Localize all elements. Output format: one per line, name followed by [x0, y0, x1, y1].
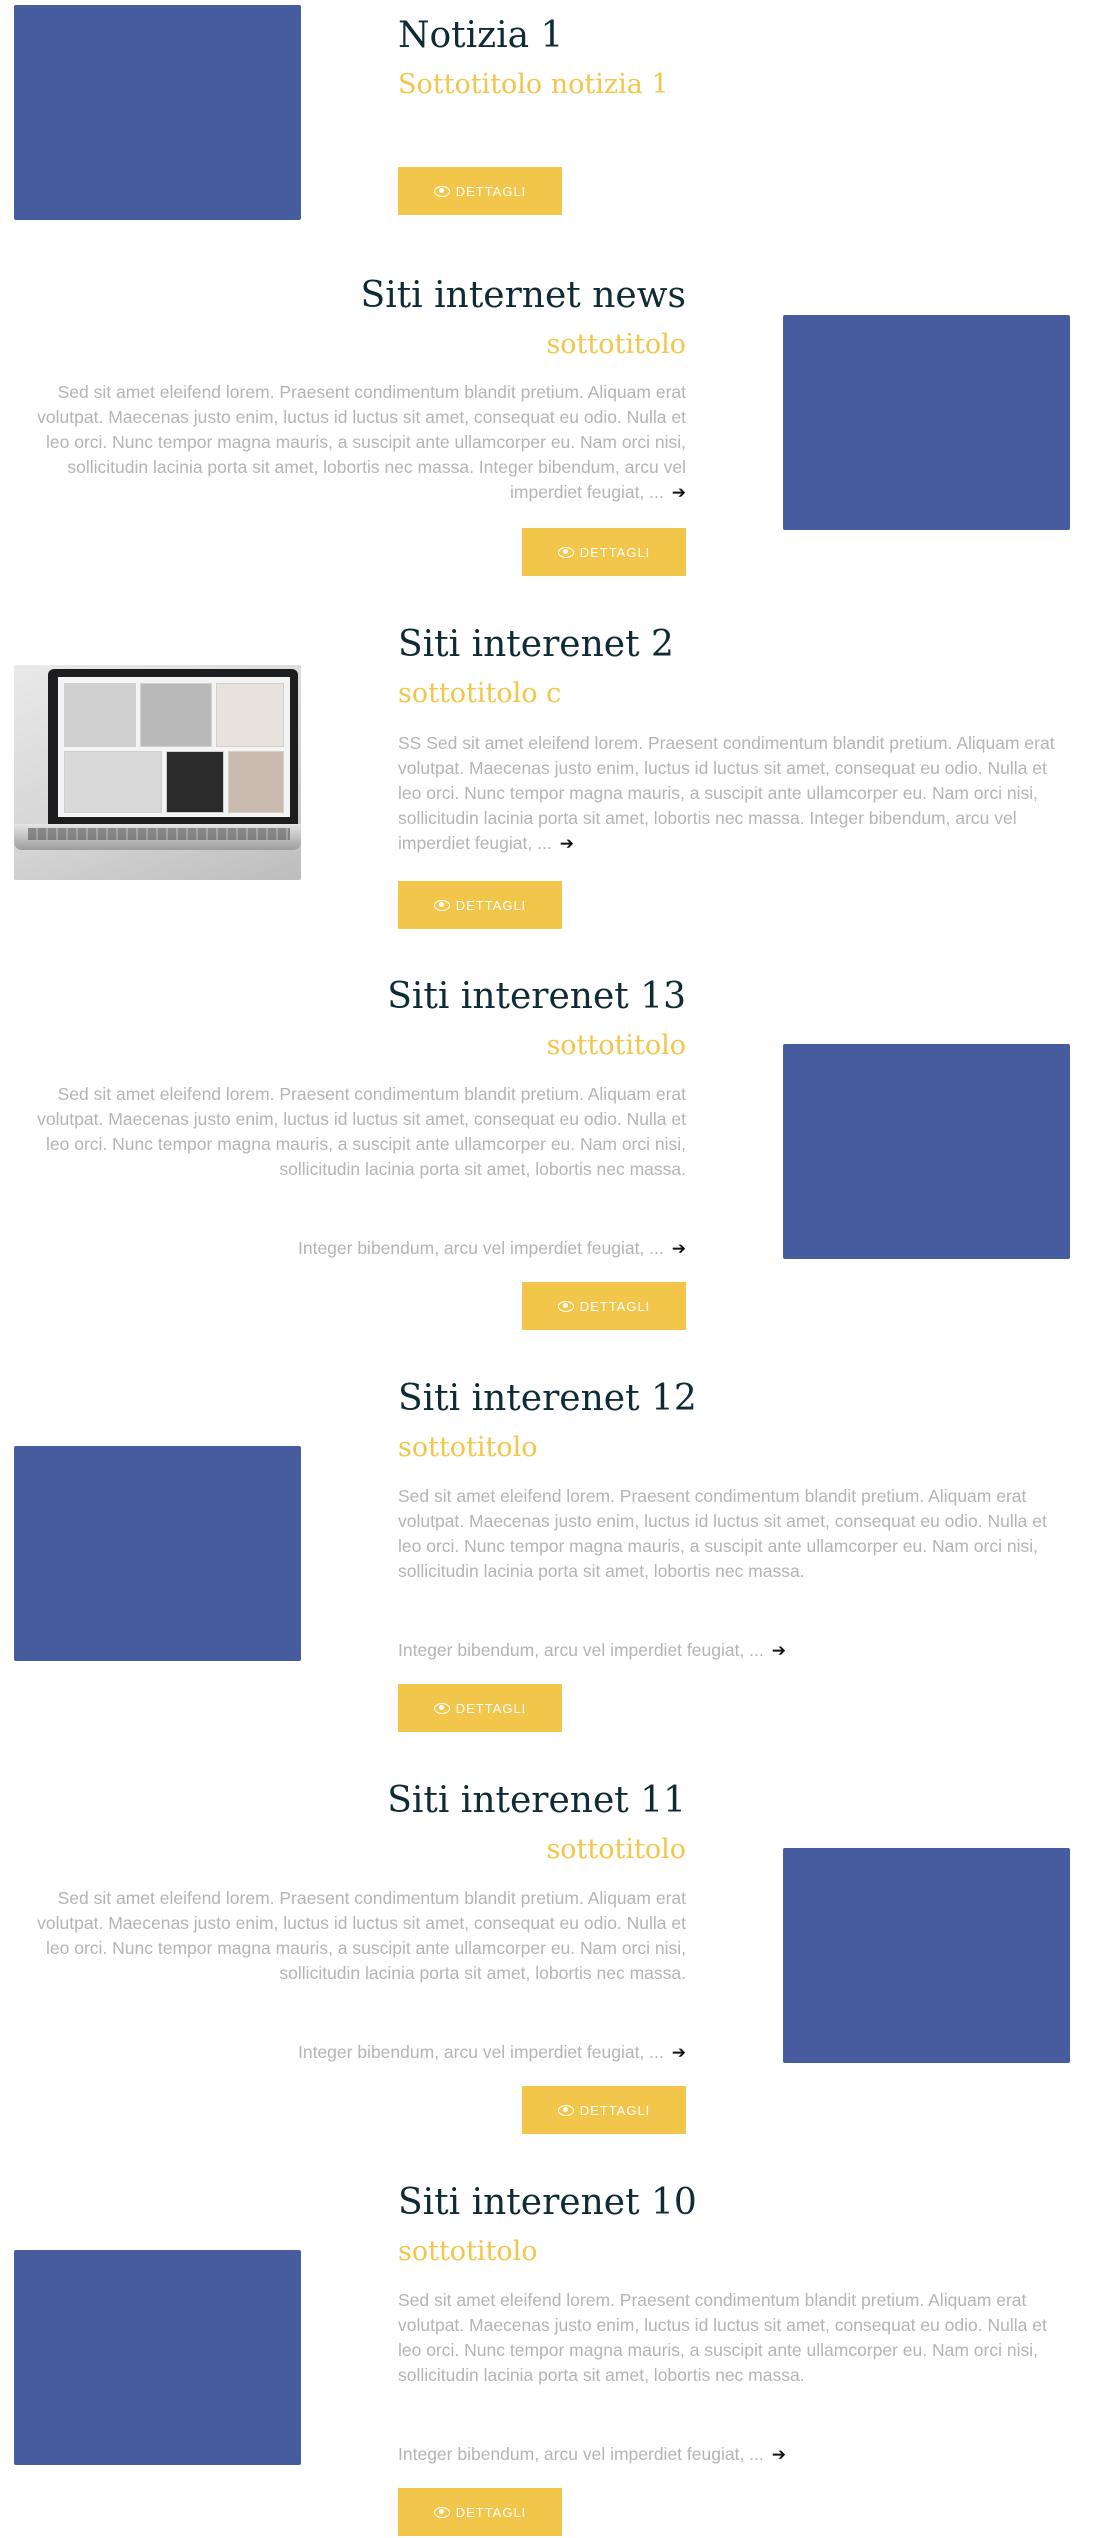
details-button-label: DETTAGLI [455, 1700, 527, 1716]
news-excerpt-tail: Integer bibendum, arcu vel imperdiet feu… [398, 1640, 787, 1660]
news-title[interactable]: Siti internet news [361, 274, 686, 318]
news-subtitle: sottotitolo [398, 2236, 538, 2267]
photo-tile [64, 683, 136, 747]
details-button-label: DETTAGLI [579, 2102, 651, 2118]
right-arrow-icon[interactable]: ➔ [772, 2445, 786, 2464]
news-subtitle: sottotitolo [546, 329, 686, 360]
news-excerpt-tail: Integer bibendum, arcu vel imperdiet feu… [297, 2042, 686, 2062]
right-arrow-icon[interactable]: ➔ [672, 2043, 686, 2062]
eye-icon [433, 1702, 450, 1714]
eye-icon [557, 2104, 574, 2116]
news-subtitle: Sottotitolo notizia 1 [398, 69, 669, 100]
photo-tile [216, 683, 284, 747]
details-button[interactable]: DETTAGLI [522, 1282, 686, 1330]
news-excerpt: Sed sit amet eleifend lorem. Praesent co… [37, 1888, 686, 1983]
news-title[interactable]: Siti interenet 13 [387, 975, 686, 1019]
laptop-display [58, 677, 290, 817]
details-button-label: DETTAGLI [455, 897, 527, 913]
right-arrow-icon[interactable]: ➔ [672, 483, 686, 502]
news-title[interactable]: Siti interenet 10 [398, 2181, 697, 2225]
news-excerpt-tail: Integer bibendum, arcu vel imperdiet feu… [398, 2444, 787, 2464]
news-thumbnail[interactable] [783, 1848, 1070, 2063]
photo-tile [140, 683, 212, 747]
news-thumbnail[interactable] [14, 5, 301, 220]
news-excerpt: Sed sit amet eleifend lorem. Praesent co… [398, 2290, 1047, 2385]
photo-tile [228, 751, 284, 813]
news-subtitle: sottotitolo [546, 1030, 686, 1061]
details-button[interactable]: DETTAGLI [398, 881, 562, 929]
details-button-label: DETTAGLI [579, 544, 651, 560]
photo-tile [166, 751, 224, 813]
details-button[interactable]: DETTAGLI [398, 167, 562, 215]
photo-tile [64, 751, 162, 813]
details-button[interactable]: DETTAGLI [398, 2488, 562, 2536]
news-thumbnail[interactable] [14, 2250, 301, 2465]
eye-icon [557, 1300, 574, 1312]
news-title[interactable]: Siti interenet 11 [387, 1779, 686, 1823]
details-button-label: DETTAGLI [455, 183, 527, 199]
details-button[interactable]: DETTAGLI [398, 1684, 562, 1732]
eye-icon [433, 185, 450, 197]
details-button-label: DETTAGLI [455, 2504, 527, 2520]
right-arrow-icon[interactable]: ➔ [560, 834, 574, 853]
news-subtitle: sottotitolo [398, 1432, 538, 1463]
news-thumbnail[interactable] [783, 315, 1070, 530]
details-button-label: DETTAGLI [579, 1298, 651, 1314]
right-arrow-icon[interactable]: ➔ [672, 1239, 686, 1258]
news-title[interactable]: Siti interenet 12 [398, 1377, 697, 1421]
news-excerpt: Sed sit amet eleifend lorem. Praesent co… [37, 382, 686, 502]
news-thumbnail[interactable] [14, 1446, 301, 1661]
details-button[interactable]: DETTAGLI [522, 528, 686, 576]
right-arrow-icon[interactable]: ➔ [772, 1641, 786, 1660]
news-thumbnail[interactable] [783, 1044, 1070, 1259]
laptop-photo[interactable] [14, 665, 301, 880]
news-excerpt: Sed sit amet eleifend lorem. Praesent co… [37, 1084, 686, 1179]
news-subtitle: sottotitolo [546, 1834, 686, 1865]
news-excerpt: Sed sit amet eleifend lorem. Praesent co… [398, 1486, 1047, 1581]
eye-icon [433, 2506, 450, 2518]
laptop-keyboard [28, 828, 290, 840]
news-title[interactable]: Siti interenet 2 [398, 623, 674, 667]
eye-icon [557, 546, 574, 558]
details-button[interactable]: DETTAGLI [522, 2086, 686, 2134]
news-excerpt: SS Sed sit amet eleifend lorem. Praesent… [398, 733, 1055, 853]
news-excerpt-tail: Integer bibendum, arcu vel imperdiet feu… [297, 1238, 686, 1258]
news-title[interactable]: Notizia 1 [398, 14, 563, 58]
eye-icon [433, 899, 450, 911]
news-subtitle: sottotitolo c [398, 678, 562, 709]
